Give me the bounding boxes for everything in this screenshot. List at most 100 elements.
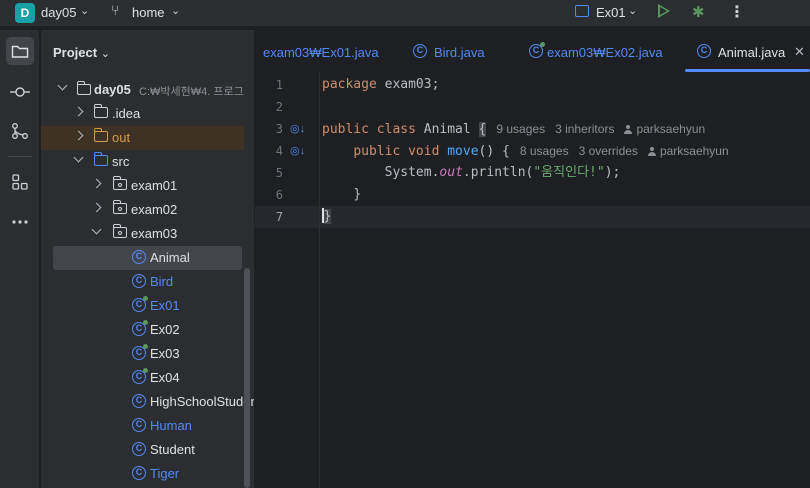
code-line-6[interactable]: } bbox=[322, 184, 361, 206]
code-line-1[interactable]: package exam03; bbox=[322, 74, 439, 96]
plugins-icon bbox=[12, 174, 28, 190]
more-icon bbox=[12, 220, 28, 224]
chevron-right-icon[interactable] bbox=[91, 178, 102, 189]
code-line-5[interactable]: System.out.println("움직인다!"); bbox=[322, 162, 621, 184]
more-tools-button[interactable] bbox=[6, 208, 34, 236]
source-folder-icon bbox=[93, 152, 108, 166]
author-hint[interactable]: parksaehyun bbox=[624, 122, 705, 136]
tree-item-exam02[interactable]: exam02 bbox=[41, 198, 244, 222]
inheritors-hint[interactable]: 3 inheritors bbox=[555, 122, 614, 136]
activity-bar bbox=[0, 30, 40, 488]
line-number: 3 bbox=[275, 122, 283, 136]
tree-item-tiger[interactable]: C Tiger bbox=[41, 462, 244, 486]
tree-item-exam01[interactable]: exam01 bbox=[41, 174, 244, 198]
class-icon: C bbox=[132, 418, 146, 432]
project-badge[interactable]: D bbox=[15, 3, 35, 23]
excluded-folder-icon bbox=[93, 128, 108, 142]
branch-switcher[interactable]: home bbox=[132, 5, 165, 20]
pull-requests-tool-button[interactable] bbox=[6, 117, 34, 145]
code-line-3[interactable]: public class Animal {9 usages 3 inheritor… bbox=[322, 118, 705, 140]
main-class-icon: C bbox=[132, 296, 148, 312]
title-bar: D day05 ⌄ ⑂ home ⌄ Ex01 ⌄ ✱ ⋮ bbox=[0, 0, 810, 26]
tree-item-label: out bbox=[112, 130, 131, 145]
line-number: 1 bbox=[275, 78, 283, 92]
tab-ex02[interactable]: C exam03₩Ex02.java bbox=[529, 38, 669, 72]
git-branch-icon[interactable]: ⑂ bbox=[111, 2, 119, 18]
tab-animal[interactable]: C Animal.java ✕ bbox=[685, 38, 810, 72]
tab-ex01[interactable]: exam03₩Ex01.java bbox=[263, 38, 381, 72]
class-icon: C bbox=[132, 274, 146, 288]
package-icon bbox=[112, 200, 127, 214]
close-icon[interactable]: ✕ bbox=[794, 44, 805, 60]
overridden-marker-icon[interactable]: ◎↓ bbox=[290, 144, 305, 157]
tree-item-ex02[interactable]: C Ex02 bbox=[41, 318, 244, 342]
line-number: 5 bbox=[275, 166, 283, 180]
tree-item-highschoolstudent[interactable]: C HighSchoolStuden bbox=[41, 390, 254, 414]
chevron-right-icon[interactable] bbox=[73, 130, 84, 141]
tab-bird[interactable]: C Bird.java bbox=[413, 38, 509, 72]
run-config-icon[interactable] bbox=[575, 5, 589, 17]
tree-item-label: HighSchoolStuden bbox=[150, 394, 254, 409]
plugins-tool-button[interactable] bbox=[6, 168, 34, 196]
chevron-down-icon[interactable] bbox=[57, 80, 68, 91]
tree-item-day05[interactable]: day05 C:₩박세현₩4. 프로그 bbox=[41, 78, 244, 102]
tree-item-out[interactable]: out bbox=[41, 126, 244, 150]
commit-tool-button[interactable] bbox=[6, 78, 34, 106]
run-button[interactable] bbox=[658, 4, 670, 18]
folder-icon bbox=[11, 45, 29, 58]
tree-item-ex01[interactable]: C Ex01 bbox=[41, 294, 244, 318]
main-class-icon: C bbox=[529, 42, 545, 58]
module-path: C:₩박세현₩4. 프로그 bbox=[139, 86, 244, 98]
project-switcher[interactable]: day05 bbox=[41, 5, 76, 20]
chevron-down-icon[interactable] bbox=[73, 152, 84, 163]
class-icon: C bbox=[697, 44, 711, 58]
project-tool-button[interactable] bbox=[6, 37, 34, 65]
tree-item-animal[interactable]: C Animal bbox=[53, 246, 242, 270]
run-config-selector[interactable]: Ex01 bbox=[596, 5, 626, 20]
tree-item-src[interactable]: src bbox=[41, 150, 244, 174]
editor-tabs: exam03₩Ex01.java C Bird.java C exam03₩Ex… bbox=[255, 38, 810, 72]
activity-separator bbox=[8, 156, 32, 157]
chevron-right-icon[interactable] bbox=[91, 202, 102, 213]
tree-item-ex03[interactable]: C Ex03 bbox=[41, 342, 244, 366]
chevron-down-icon[interactable]: ⌄ bbox=[628, 4, 637, 17]
tree-item-student[interactable]: C Student bbox=[41, 438, 244, 462]
class-icon: C bbox=[132, 394, 146, 408]
tab-label: Bird.java bbox=[434, 45, 485, 60]
line-number: 2 bbox=[275, 100, 283, 114]
chevron-down-icon[interactable] bbox=[91, 224, 102, 235]
structure-icon bbox=[12, 123, 28, 139]
panel-title[interactable]: Project ⌄ bbox=[53, 45, 110, 60]
project-scrollbar[interactable] bbox=[244, 268, 250, 488]
line-number: 4 bbox=[275, 144, 283, 158]
tree-item-human[interactable]: C Human bbox=[41, 414, 244, 438]
class-icon: C bbox=[132, 250, 146, 264]
chevron-right-icon[interactable] bbox=[73, 106, 84, 117]
tree-item-label: Ex02 bbox=[150, 322, 180, 337]
main-class-icon: C bbox=[132, 344, 148, 360]
tree-item-label: exam01 bbox=[131, 178, 178, 193]
chevron-down-icon[interactable]: ⌄ bbox=[80, 4, 89, 17]
code-line-7[interactable]: } bbox=[322, 206, 332, 228]
tree-item-idea[interactable]: .idea bbox=[41, 102, 244, 126]
tab-label: exam03₩Ex01.java bbox=[263, 45, 379, 60]
implemented-marker-icon[interactable]: ◎↓ bbox=[290, 122, 305, 135]
debug-button[interactable]: ✱ bbox=[692, 3, 705, 21]
code-line-4[interactable]: public void move() {8 usages 3 overrides p… bbox=[322, 140, 729, 162]
package-icon bbox=[112, 176, 127, 190]
chevron-down-icon[interactable]: ⌄ bbox=[171, 4, 180, 17]
usages-hint[interactable]: 9 usages bbox=[496, 122, 545, 136]
tree-item-label: Ex04 bbox=[150, 370, 180, 385]
tab-label: exam03₩Ex02.java bbox=[547, 45, 663, 60]
tree-item-exam03[interactable]: exam03 bbox=[41, 222, 244, 246]
tree-item-label: exam03 bbox=[131, 226, 178, 241]
author-hint[interactable]: parksaehyun bbox=[647, 144, 729, 158]
overrides-hint[interactable]: 3 overrides bbox=[579, 144, 638, 158]
tree-item-ex04[interactable]: C Ex04 bbox=[41, 366, 244, 390]
usages-hint[interactable]: 8 usages bbox=[520, 144, 569, 158]
class-icon: C bbox=[132, 466, 146, 480]
tree-item-bird[interactable]: C Bird bbox=[41, 270, 244, 294]
more-actions-button[interactable]: ⋮ bbox=[729, 2, 745, 22]
tree-item-label: Student bbox=[150, 442, 195, 457]
folder-icon bbox=[93, 104, 108, 118]
